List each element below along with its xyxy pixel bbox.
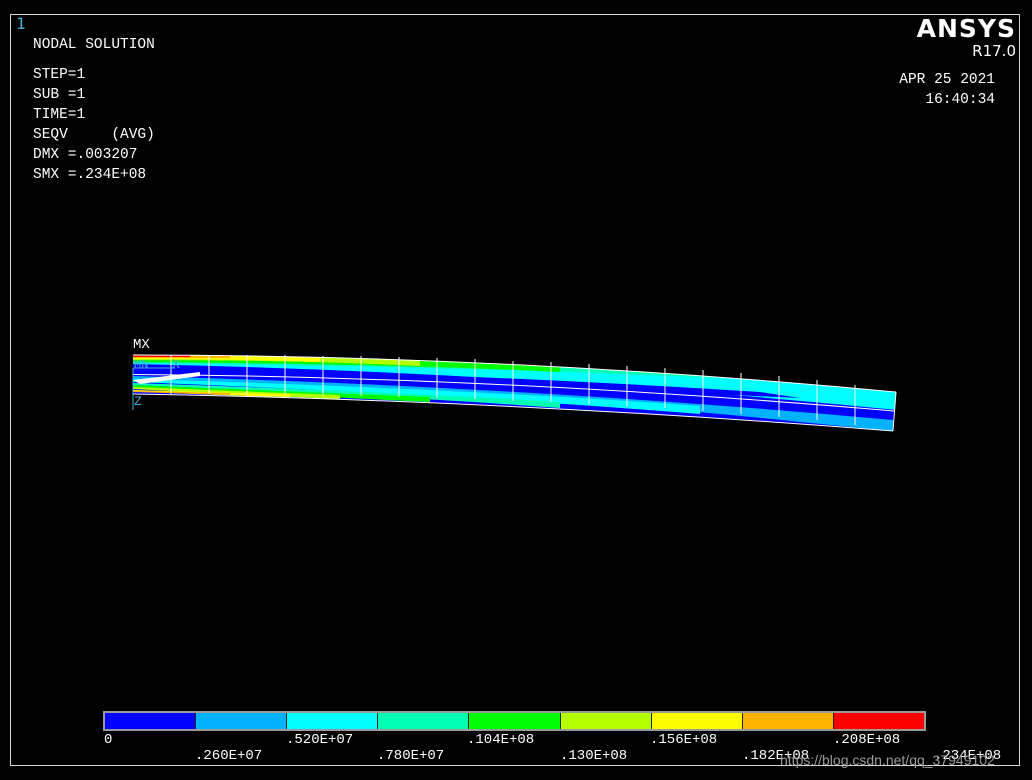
legend-swatch — [742, 713, 834, 729]
legend-label: .520E+07 — [286, 732, 354, 748]
axis-z-label: Z — [134, 394, 142, 409]
legend-swatch — [833, 713, 924, 729]
legend-swatch — [651, 713, 743, 729]
legend-label: .156E+08 — [650, 732, 718, 748]
legend-swatch — [196, 713, 288, 729]
legend-swatch — [287, 713, 379, 729]
legend-swatch — [378, 713, 470, 729]
axis-x-label: X — [172, 357, 180, 372]
beam-contour-plot[interactable]: MX MN X Z — [0, 0, 1032, 780]
legend-label: .130E+08 — [560, 748, 628, 764]
min-label: MN — [134, 358, 148, 372]
watermark-text: https://blog.csdn.net/qq_37949102 — [780, 752, 995, 768]
legend-label: 0 — [104, 732, 113, 748]
legend-label: .260E+07 — [195, 748, 263, 764]
legend-swatch — [105, 713, 197, 729]
contour-legend-bar — [103, 711, 926, 731]
legend-label: .104E+08 — [467, 732, 535, 748]
legend-swatch — [469, 713, 561, 729]
legend-label: .208E+08 — [833, 732, 901, 748]
legend-swatch — [560, 713, 652, 729]
stress-contours — [133, 355, 896, 431]
legend-label: .780E+07 — [377, 748, 445, 764]
max-label: MX — [133, 337, 150, 353]
